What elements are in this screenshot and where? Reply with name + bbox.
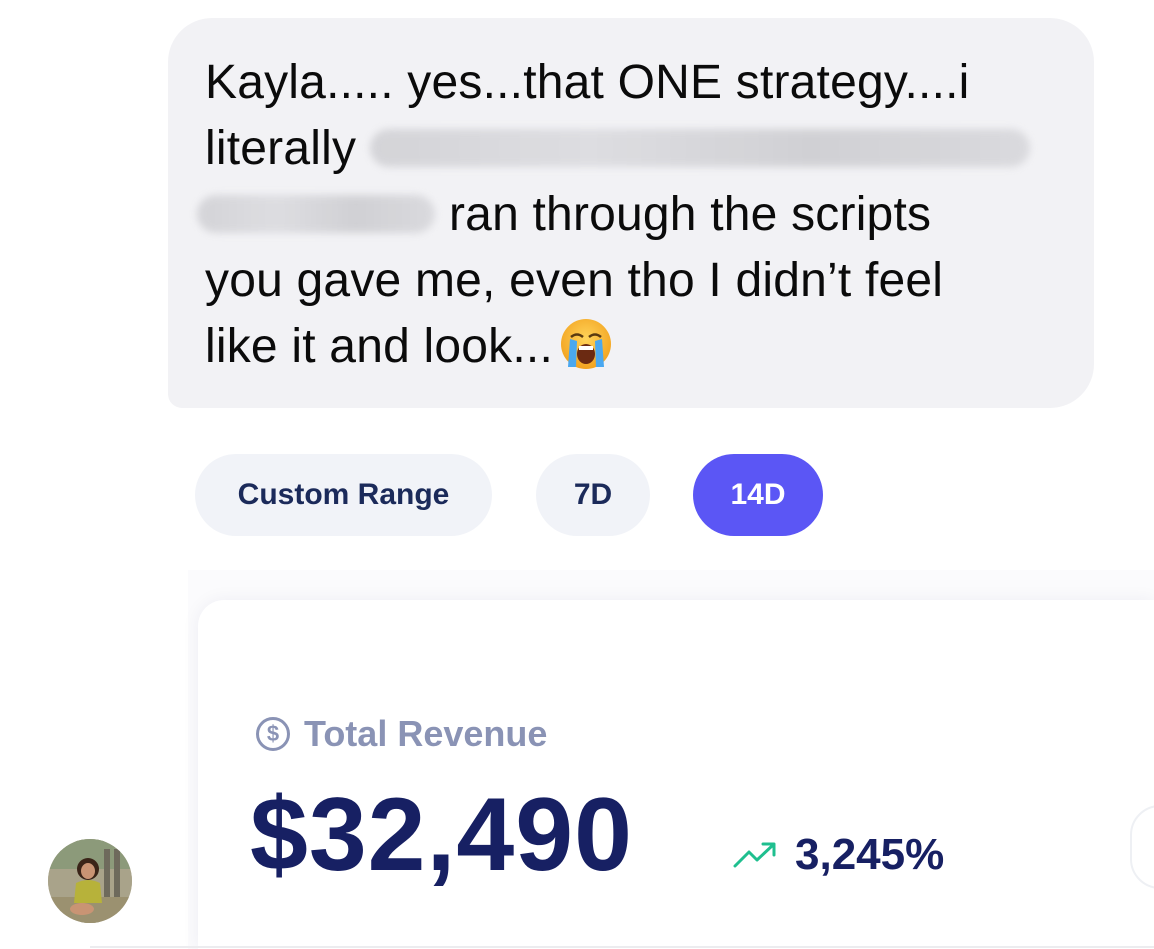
message-line: Kayla..... yes...that ONE strategy....i [205,56,970,109]
message-screen: Kayla..... yes...that ONE strategy....i … [0,0,1154,949]
message-line: literally [205,116,1075,182]
tab-7d[interactable]: 7D [536,454,650,536]
message-line-text: like it and look... [205,320,553,373]
redacted-text [197,195,435,234]
carousel-handle [1130,805,1154,889]
trend-up-icon [733,842,776,868]
avatar-photo [48,839,132,923]
message-line-text: ran through the scripts [449,188,932,241]
tab-14d[interactable]: 14D [693,454,823,536]
redacted-text [370,129,1031,168]
revenue-value: $32,490 [250,777,633,893]
dollar-circle-icon: $ [256,717,290,751]
message-line: you gave me, even tho I didn’t feel [205,254,944,307]
loudly-crying-face-icon [560,319,611,370]
date-range-tabs: Custom Range 7D 14D [168,430,1154,550]
divider [90,946,1154,948]
revenue-label: $ Total Revenue [256,713,547,755]
revenue-label-text: Total Revenue [304,713,548,754]
message-line-text: literally [205,122,357,175]
revenue-change-value: 3,245% [795,830,945,879]
avatar[interactable] [48,839,132,923]
message-line: ran through the scripts [197,182,1075,248]
message-line: like it and look... [205,314,1075,380]
message-text: Kayla..... yes...that ONE strategy....i … [197,50,1075,380]
tab-custom-range[interactable]: Custom Range [195,454,492,536]
dashboard-screenshot: Custom Range 7D 14D $ Total Revenue $32,… [168,430,1154,949]
revenue-change: 3,245% [733,830,944,880]
